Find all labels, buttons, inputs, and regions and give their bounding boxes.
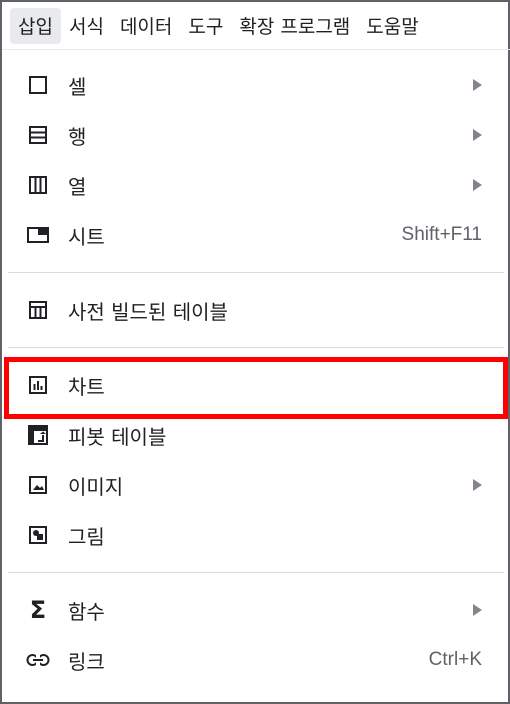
- menu-item-link[interactable]: 링크 Ctrl+K: [8, 635, 504, 685]
- menu-format[interactable]: 서식: [61, 8, 112, 44]
- menu-item-function[interactable]: Σ 함수: [8, 585, 504, 635]
- sigma-icon: Σ: [29, 596, 47, 624]
- sheet-icon: [26, 223, 50, 247]
- image-icon: [26, 473, 50, 497]
- menu-divider: [8, 347, 504, 348]
- pivot-table-icon: [26, 423, 50, 447]
- shortcut-label: Shift+F11: [401, 224, 482, 245]
- menu-item-label: 사전 빌드된 테이블: [68, 299, 228, 324]
- menu-insert[interactable]: 삽입: [10, 7, 61, 44]
- menu-divider: [8, 272, 504, 273]
- menu-extensions[interactable]: 확장 프로그램: [231, 8, 358, 44]
- submenu-arrow-icon: [473, 479, 482, 491]
- menu-item-label: 셀: [68, 74, 87, 99]
- menu-item-row[interactable]: 행: [8, 110, 504, 160]
- menubar: 삽입 서식 데이터 도구 확장 프로그램 도움말: [2, 2, 510, 50]
- column-icon: [26, 173, 50, 197]
- menu-item-label: 시트: [68, 224, 105, 249]
- menu-item-label: 행: [68, 124, 87, 149]
- menu-item-label: 이미지: [68, 474, 124, 499]
- menu-item-cell[interactable]: 셀: [8, 60, 504, 110]
- menu-item-label: 링크: [68, 649, 105, 674]
- table-icon: [26, 298, 50, 322]
- cell-icon: [26, 73, 50, 97]
- menu-tools[interactable]: 도구: [180, 8, 231, 44]
- menu-divider: [8, 572, 504, 573]
- menu-item-pivot-table[interactable]: 피봇 테이블: [8, 410, 504, 460]
- menu-item-sheet[interactable]: 시트 Shift+F11: [8, 210, 504, 260]
- menu-item-image[interactable]: 이미지: [8, 460, 504, 510]
- menu-item-label: 함수: [68, 599, 105, 624]
- row-icon: [26, 123, 50, 147]
- submenu-arrow-icon: [473, 179, 482, 191]
- screenshot-frame: 삽입 서식 데이터 도구 확장 프로그램 도움말 셀 행 열 시트 Shift+…: [0, 0, 510, 704]
- menu-help[interactable]: 도움말: [358, 8, 426, 44]
- menu-data[interactable]: 데이터: [112, 8, 180, 44]
- menu-item-drawing[interactable]: 그림: [8, 510, 504, 560]
- menu-item-label: 그림: [68, 524, 105, 549]
- submenu-arrow-icon: [473, 79, 482, 91]
- link-icon: [26, 648, 50, 672]
- insert-dropdown-menu: 셀 행 열 시트 Shift+F11 사전 빌드된 테이블 차트 피봇 테이블 …: [8, 56, 504, 685]
- chart-icon: [26, 373, 50, 397]
- menu-item-column[interactable]: 열: [8, 160, 504, 210]
- menu-item-prebuilt-table[interactable]: 사전 빌드된 테이블: [8, 285, 504, 335]
- submenu-arrow-icon: [473, 604, 482, 616]
- menu-item-label: 피봇 테이블: [68, 424, 167, 449]
- menu-item-chart[interactable]: 차트: [8, 360, 504, 410]
- submenu-arrow-icon: [473, 129, 482, 141]
- menu-item-label: 차트: [68, 374, 105, 399]
- drawing-icon: [26, 523, 50, 547]
- shortcut-label: Ctrl+K: [428, 649, 482, 670]
- menu-item-label: 열: [68, 174, 87, 199]
